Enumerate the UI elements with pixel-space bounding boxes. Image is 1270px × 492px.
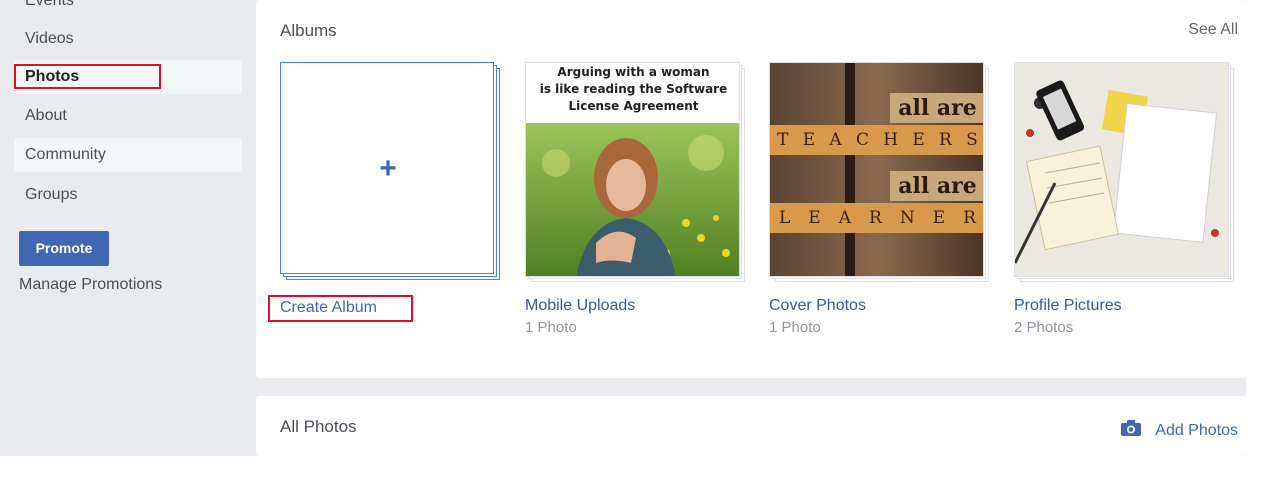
promote-button[interactable]: Promote: [19, 231, 109, 266]
create-album-box[interactable]: +: [280, 62, 494, 274]
tile-word-teachers: TEACHERS: [777, 130, 978, 150]
sidebar-item-videos[interactable]: Videos: [14, 22, 242, 56]
meme-caption: Arguing with a woman is like reading the…: [526, 63, 739, 123]
album-cover-image: Arguing with a woman is like reading the…: [525, 62, 740, 277]
see-all-link[interactable]: See All: [1188, 21, 1238, 39]
add-photos-label: Add Photos: [1155, 421, 1238, 439]
sidebar-item-about[interactable]: About: [14, 99, 242, 133]
tile-text-top: all are: [898, 95, 977, 121]
create-album-link[interactable]: Create Album: [280, 299, 377, 317]
album-name[interactable]: Profile Pictures: [1014, 297, 1122, 315]
tile-text-mid: all are: [898, 173, 977, 199]
sidebar-item-community[interactable]: Community: [14, 138, 242, 172]
sidebar-item-photos[interactable]: Photos: [14, 60, 242, 94]
woman-photo: [526, 123, 739, 276]
tile-word-learner: LEARNER: [779, 208, 976, 228]
all-photos-section: All Photos Add Photos: [256, 396, 1246, 456]
album-photo-count: 1 Photo: [769, 319, 821, 336]
album-cover-image: all are TEACHERS all are LEARNER: [769, 62, 984, 277]
album-name[interactable]: Cover Photos: [769, 297, 866, 315]
plus-icon: +: [379, 152, 397, 185]
albums-title: Albums: [280, 21, 337, 40]
camera-icon: [1121, 420, 1142, 441]
sidebar-item-groups[interactable]: Groups: [14, 178, 242, 212]
manage-promotions-link[interactable]: Manage Promotions: [19, 276, 162, 294]
albums-section: Albums See All + Create Album Arguing wi…: [256, 0, 1246, 378]
all-photos-title: All Photos: [280, 417, 357, 436]
left-sidebar: Events Videos Photos About Community Gro…: [0, 0, 250, 456]
album-cover-image: [1014, 62, 1229, 277]
album-photo-count: 1 Photo: [525, 319, 577, 336]
desk-items-photo: [1015, 63, 1228, 276]
album-name[interactable]: Mobile Uploads: [525, 297, 635, 315]
add-photos-button[interactable]: Add Photos: [1121, 420, 1238, 441]
album-photo-count: 2 Photos: [1014, 319, 1074, 336]
sidebar-item-events[interactable]: Events: [14, 0, 242, 18]
